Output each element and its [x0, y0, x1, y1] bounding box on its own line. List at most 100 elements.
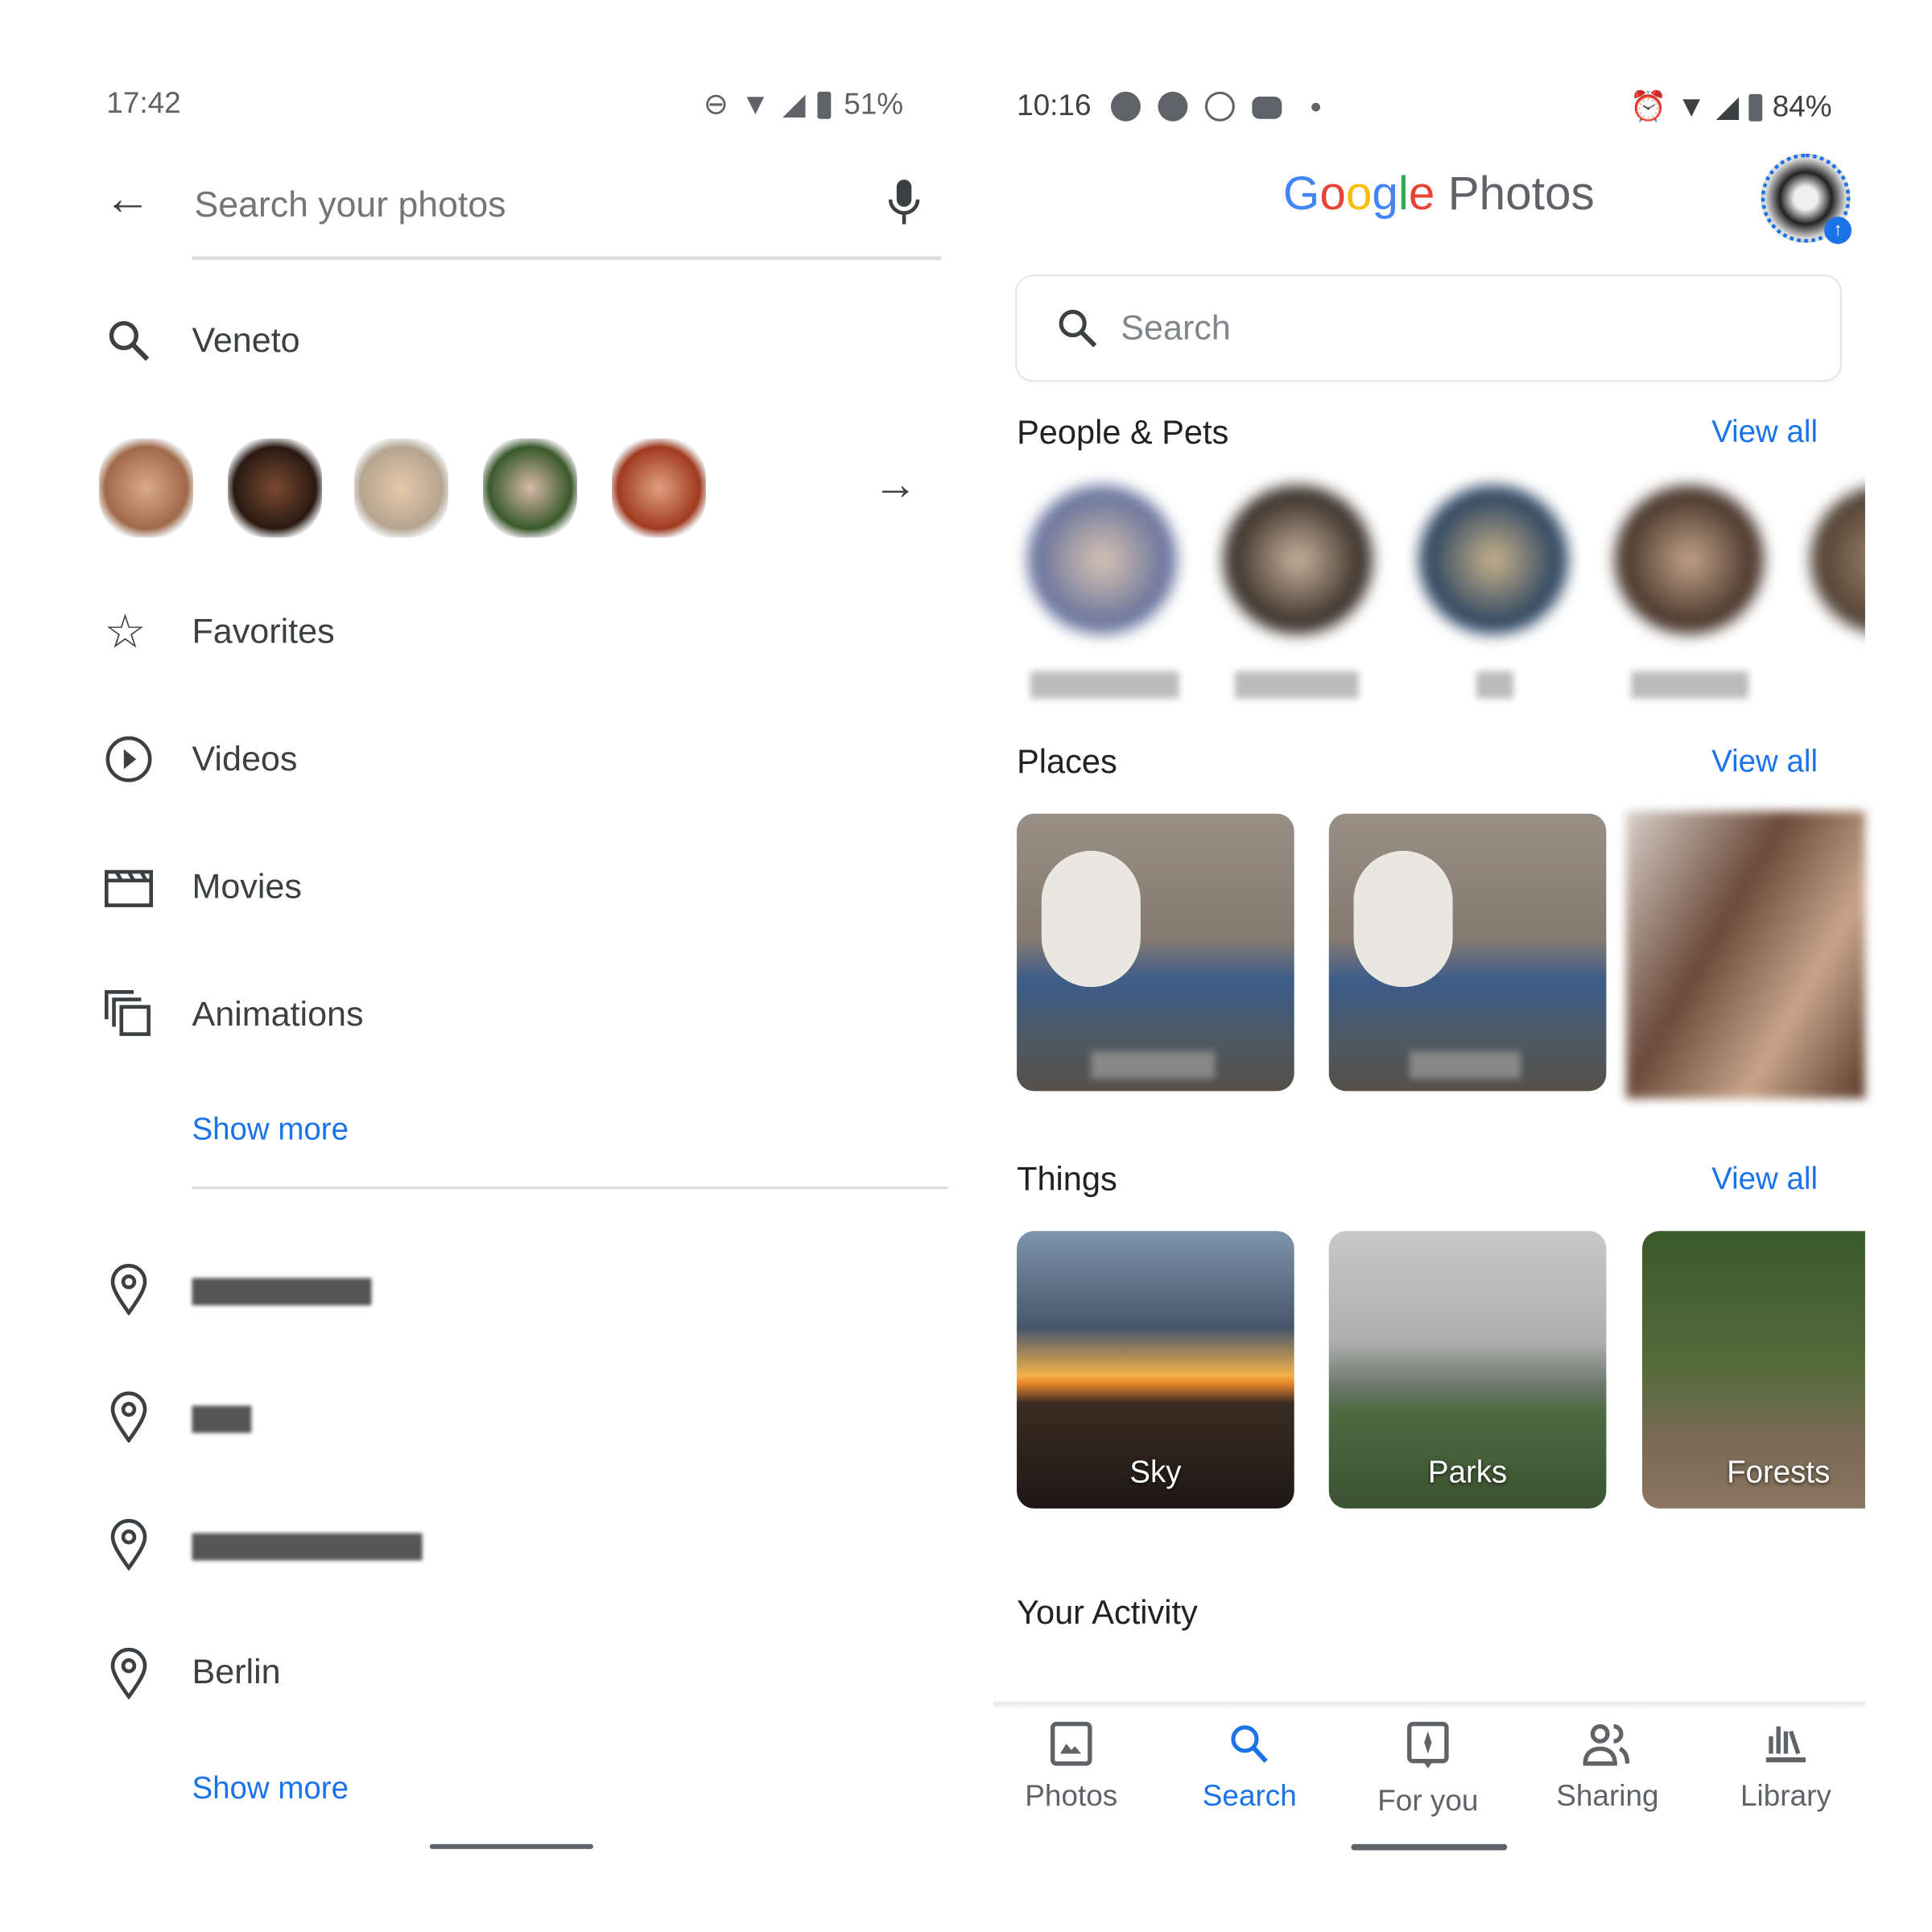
recent-search-veneto[interactable]: Veneto: [104, 316, 946, 370]
blurred-place: [1409, 1051, 1521, 1079]
category-label: Animations: [192, 994, 364, 1034]
place-item[interactable]: [104, 1518, 946, 1573]
category-animations[interactable]: Animations: [104, 989, 946, 1044]
place-item-berlin[interactable]: Berlin: [104, 1647, 946, 1702]
pixelated-place-name: [192, 1406, 252, 1433]
view-all-people[interactable]: View all: [1711, 415, 1818, 451]
sharing-icon: [1583, 1724, 1630, 1766]
thing-tile-sky[interactable]: Sky: [1017, 1231, 1294, 1509]
recent-label: Veneto: [192, 320, 300, 360]
search-icon: [1059, 309, 1097, 348]
view-all-places[interactable]: View all: [1711, 745, 1818, 781]
person-face[interactable]: [1027, 485, 1177, 634]
photo-icon: [1050, 1721, 1092, 1766]
nav-label: For you: [1377, 1784, 1479, 1818]
nav-label: Library: [1740, 1779, 1831, 1814]
bird-shape: [1353, 850, 1453, 988]
play-circle-icon: [105, 736, 152, 782]
category-label: Favorites: [192, 611, 335, 650]
divider: [192, 1186, 947, 1189]
person-thumb[interactable]: [228, 438, 322, 538]
blurred-name: [1030, 671, 1179, 699]
tile-label: Sky: [1129, 1455, 1182, 1490]
pixelated-place-name: [192, 1533, 423, 1561]
tile-label: Forests: [1727, 1455, 1831, 1490]
person-thumb[interactable]: [611, 438, 706, 538]
star-icon: ☆: [104, 606, 147, 659]
battery-icon: [1748, 93, 1763, 121]
nav-sharing[interactable]: Sharing: [1521, 1721, 1694, 1814]
place-label: Berlin: [192, 1652, 281, 1690]
discord-icon: [1252, 96, 1282, 119]
battery-icon: [817, 91, 832, 118]
app-title: Google Photos: [1283, 168, 1595, 221]
nav-shadow-divider: [993, 1701, 1865, 1708]
search-input[interactable]: [192, 173, 866, 238]
nav-label: Search: [1202, 1779, 1297, 1814]
category-label: Videos: [192, 739, 298, 778]
pin-icon: [110, 1264, 147, 1315]
animation-icon: [104, 989, 151, 1036]
status-icons: ⏰ ▼ ◢ 84%: [1630, 89, 1832, 126]
search-box[interactable]: Search: [1015, 275, 1842, 382]
category-videos[interactable]: Videos: [104, 734, 946, 789]
tile-label: Parks: [1427, 1455, 1508, 1490]
search-underline: [192, 256, 942, 261]
search-icon: [109, 320, 150, 361]
bird-shape: [1041, 850, 1141, 988]
nav-for-you[interactable]: For you: [1341, 1721, 1514, 1819]
account-avatar[interactable]: ↑: [1761, 153, 1852, 245]
status-time: 10:16: [1017, 89, 1092, 123]
google-logo: Google: [1282, 168, 1435, 221]
alarm-icon: ⏰: [1629, 90, 1667, 124]
thing-tile-forests[interactable]: Forests: [1641, 1231, 1865, 1509]
library-icon: [1765, 1726, 1806, 1763]
photos-wordmark: Photos: [1447, 168, 1595, 221]
battery-percent: 51%: [844, 87, 904, 121]
arrow-right-icon[interactable]: →: [873, 458, 918, 510]
person-face[interactable]: [1223, 485, 1373, 634]
place-item[interactable]: [104, 1391, 946, 1446]
pin-icon: [110, 1648, 147, 1699]
gesture-bar: [429, 1843, 593, 1849]
section-title-places: Places: [1017, 743, 1117, 781]
place-tile[interactable]: [1328, 813, 1607, 1092]
category-label: Movies: [192, 866, 302, 906]
signal-icon: ◢: [1715, 90, 1740, 124]
battery-percent: 84%: [1772, 89, 1832, 124]
blurred-place: [1091, 1051, 1216, 1079]
person-face[interactable]: [1419, 485, 1568, 634]
nav-label: Sharing: [1556, 1779, 1659, 1814]
arrow-left-icon[interactable]: ←: [104, 173, 151, 226]
search-placeholder: Search: [1121, 308, 1231, 347]
gesture-bar: [1351, 1843, 1508, 1851]
mic-icon[interactable]: [887, 179, 922, 225]
person-face[interactable]: [1810, 485, 1865, 634]
place-tile[interactable]: [1017, 813, 1294, 1092]
blurred-name: [1234, 671, 1359, 699]
person-thumb[interactable]: [353, 438, 448, 538]
wifi-icon: ▼: [1676, 89, 1707, 124]
nav-library[interactable]: Library: [1699, 1721, 1872, 1814]
pixelated-place-name: [192, 1278, 372, 1306]
dnd-icon: ⊖: [703, 88, 729, 122]
person-thumb[interactable]: [482, 438, 577, 538]
show-more-categories[interactable]: Show more: [192, 1113, 349, 1149]
category-movies[interactable]: Movies: [104, 862, 946, 917]
person-face[interactable]: [1615, 485, 1764, 634]
whatsapp-icon: [1204, 91, 1235, 122]
place-item[interactable]: [104, 1263, 946, 1318]
show-more-places[interactable]: Show more: [192, 1771, 349, 1807]
nav-search[interactable]: Search: [1163, 1721, 1336, 1814]
category-favorites[interactable]: ☆ Favorites: [104, 607, 946, 662]
movie-icon: [104, 869, 153, 907]
person-thumb[interactable]: [99, 438, 193, 538]
view-all-things[interactable]: View all: [1711, 1162, 1818, 1198]
place-tile[interactable]: [1625, 811, 1865, 1099]
notification-icons: [1110, 91, 1320, 122]
thing-tile-parks[interactable]: Parks: [1328, 1231, 1607, 1509]
status-time: 17:42: [106, 86, 181, 121]
section-title-activity: Your Activity: [1017, 1593, 1198, 1632]
nav-photos[interactable]: Photos: [985, 1721, 1158, 1814]
status-icons: ⊖ ▼ ◢ 51%: [704, 87, 903, 123]
